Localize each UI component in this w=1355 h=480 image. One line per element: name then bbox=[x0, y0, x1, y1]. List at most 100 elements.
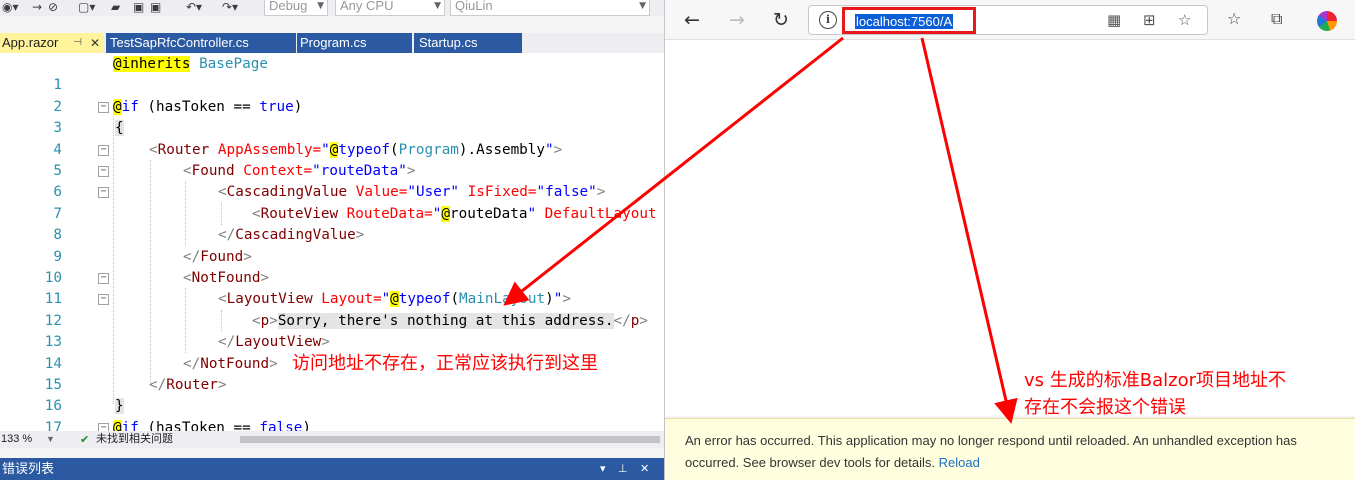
tab-label: Program.cs bbox=[300, 35, 367, 50]
chevron-down-icon: ▼ bbox=[317, 1, 324, 11]
zoom-level[interactable]: 133 % bbox=[1, 431, 32, 448]
code-token: (hasToken == bbox=[138, 419, 260, 431]
code-token: } bbox=[115, 398, 124, 415]
code-line: 5 − <Router AppAssembly="@typeof(Program… bbox=[0, 140, 664, 179]
collapse-icon[interactable]: − bbox=[98, 101, 109, 113]
page-content bbox=[665, 40, 1355, 418]
code-line: 13 <p>Sorry, there's nothing at this add… bbox=[0, 311, 664, 350]
close-icon[interactable]: ✕ bbox=[640, 458, 649, 480]
chevron-down-icon: ▼ bbox=[639, 1, 646, 11]
document-tabs: App.razor ⊣ ✕ TestSapRfcController.cs Pr… bbox=[0, 33, 664, 53]
pin-icon[interactable]: ⊣ bbox=[73, 33, 82, 53]
tab-program[interactable]: Program.cs bbox=[297, 33, 412, 53]
code-token: @ bbox=[113, 98, 122, 115]
code-line: 3 − @if (hasToken == true) bbox=[0, 97, 664, 136]
code-token: Layout= bbox=[312, 291, 382, 308]
navigate-forward-icon[interactable]: → bbox=[32, 0, 42, 16]
stop-icon[interactable]: ⊘ bbox=[48, 0, 58, 16]
app-available-icon[interactable]: ⊞ bbox=[1143, 11, 1156, 29]
vs-toolbar: ◉▾ → ⊘ ▢▾ ▰ ▣ ▣ ↶▾ ↷▾ Debug ▼ Any CPU ▼ … bbox=[0, 0, 664, 16]
code-token: RouteData= bbox=[338, 205, 433, 222]
redo-icon[interactable]: ↷▾ bbox=[222, 0, 238, 16]
code-token: CascadingValue bbox=[235, 227, 356, 244]
extension-icon[interactable] bbox=[1317, 11, 1337, 31]
code-token: Router bbox=[166, 377, 218, 393]
undo-icon[interactable]: ↶▾ bbox=[186, 0, 202, 16]
tab-app-razor[interactable]: App.razor ⊣ ✕ bbox=[0, 33, 104, 53]
code-token: ) bbox=[293, 98, 303, 115]
code-token: "false" bbox=[536, 184, 597, 201]
error-message: An error has occurred. This application … bbox=[685, 433, 1297, 470]
chevron-down-icon[interactable]: ▼ bbox=[46, 431, 55, 448]
url-input[interactable]: localhost:7560/A bbox=[855, 14, 954, 29]
code-line: 16 </Router> bbox=[0, 375, 664, 414]
check-circle-icon: ✔ bbox=[80, 433, 90, 446]
editor-status-bar: 133 % ▼ ✔ 未找到相关问题 bbox=[0, 431, 664, 448]
visual-studio-window: ◉▾ → ⊘ ▢▾ ▰ ▣ ▣ ↶▾ ↷▾ Debug ▼ Any CPU ▼ … bbox=[0, 0, 664, 480]
panel-title: 错误列表 bbox=[2, 461, 55, 476]
save-all-icon[interactable]: ▣ bbox=[150, 0, 161, 16]
tab-startup[interactable]: Startup.cs bbox=[414, 33, 522, 53]
code-token: Context= bbox=[234, 163, 313, 179]
code-token: { bbox=[115, 120, 124, 137]
horizontal-scrollbar[interactable] bbox=[240, 436, 660, 443]
forward-arrow-icon[interactable]: → bbox=[725, 8, 749, 32]
dropdown-icon[interactable]: ▾ bbox=[600, 458, 606, 480]
collapse-icon[interactable]: − bbox=[98, 294, 109, 306]
code-token: Sorry, there's nothing at this address. bbox=[277, 312, 614, 329]
favorites-icon[interactable]: ☆ bbox=[1227, 9, 1241, 28]
pin-icon[interactable]: ⊥ bbox=[618, 458, 628, 480]
code-line: 2 bbox=[0, 75, 664, 115]
back-arrow-icon[interactable]: ← bbox=[680, 8, 704, 32]
code-line: 4 { bbox=[0, 118, 664, 158]
add-favorite-icon[interactable]: ☆ bbox=[1178, 11, 1191, 29]
code-line: 8 <RouteView RouteData="@routeData" Defa… bbox=[0, 204, 664, 243]
error-list-panel-header[interactable]: 错误列表 ▾ ⊥ ✕ bbox=[0, 458, 664, 480]
code-token: RouteView bbox=[260, 205, 339, 222]
info-icon[interactable]: i bbox=[819, 11, 837, 29]
issues-status[interactable]: 未找到相关问题 bbox=[96, 431, 173, 448]
save-icon[interactable]: ▣ bbox=[133, 0, 144, 16]
code-token: Found bbox=[200, 248, 244, 265]
code-token: CascadingValue bbox=[226, 184, 348, 201]
tab-testsaprfccontroller[interactable]: TestSapRfcController.cs bbox=[106, 33, 296, 53]
code-token: if bbox=[121, 98, 139, 115]
code-line: 12 − <LayoutView Layout="@typeof(MainLay… bbox=[0, 289, 664, 329]
new-project-icon[interactable]: ▢▾ bbox=[78, 0, 95, 16]
collapse-icon[interactable]: − bbox=[98, 273, 109, 284]
code-line: 6 − <Found Context="routeData"> bbox=[0, 161, 664, 200]
code-token: MainLayout bbox=[459, 291, 546, 308]
close-icon[interactable]: ✕ bbox=[90, 33, 100, 53]
configuration-select[interactable]: Debug ▼ bbox=[264, 0, 328, 16]
navigate-back-icon[interactable]: ◉▾ bbox=[2, 0, 19, 16]
code-line: 7 − <CascadingValue Value="User" IsFixed… bbox=[0, 182, 664, 221]
code-token: NotFound bbox=[191, 270, 261, 286]
code-token: DefaultLayout bbox=[536, 205, 657, 222]
code-token: @ bbox=[113, 419, 122, 431]
address-bar[interactable]: i localhost:7560/A ▦ ⊞ ☆ bbox=[808, 5, 1208, 35]
annotation-note: vs 生成的标准Balzor项目地址不 bbox=[1024, 370, 1286, 391]
startup-value: QiuLin bbox=[455, 0, 493, 13]
code-token: typeof bbox=[398, 291, 451, 308]
collapse-icon[interactable]: − bbox=[98, 422, 109, 431]
code-line: 9 </CascadingValue> bbox=[0, 225, 664, 264]
open-folder-icon[interactable]: ▰ bbox=[111, 0, 120, 16]
tab-label: App.razor bbox=[2, 35, 59, 50]
collapse-icon[interactable]: − bbox=[98, 187, 109, 199]
startup-select[interactable]: QiuLin ▼ bbox=[450, 0, 650, 16]
code-token: @inherits bbox=[113, 56, 191, 72]
annotation-note: 访问地址不存在，正常应该执行到这里 bbox=[292, 353, 598, 374]
qr-code-icon[interactable]: ▦ bbox=[1107, 11, 1121, 29]
code-token: LayoutView bbox=[235, 334, 322, 351]
configuration-value: Debug bbox=[269, 0, 308, 13]
collapse-icon[interactable]: − bbox=[98, 166, 109, 177]
code-token: LayoutView bbox=[226, 291, 313, 308]
code-token: Router bbox=[157, 141, 210, 158]
collections-icon[interactable]: ⧉ bbox=[1271, 9, 1282, 29]
reload-link[interactable]: Reload bbox=[939, 455, 980, 470]
refresh-icon[interactable]: ↻ bbox=[769, 8, 793, 32]
collapse-icon[interactable]: − bbox=[98, 144, 109, 156]
platform-select[interactable]: Any CPU ▼ bbox=[335, 0, 445, 16]
code-token: Value= bbox=[347, 184, 408, 201]
code-token: Found bbox=[191, 163, 235, 179]
